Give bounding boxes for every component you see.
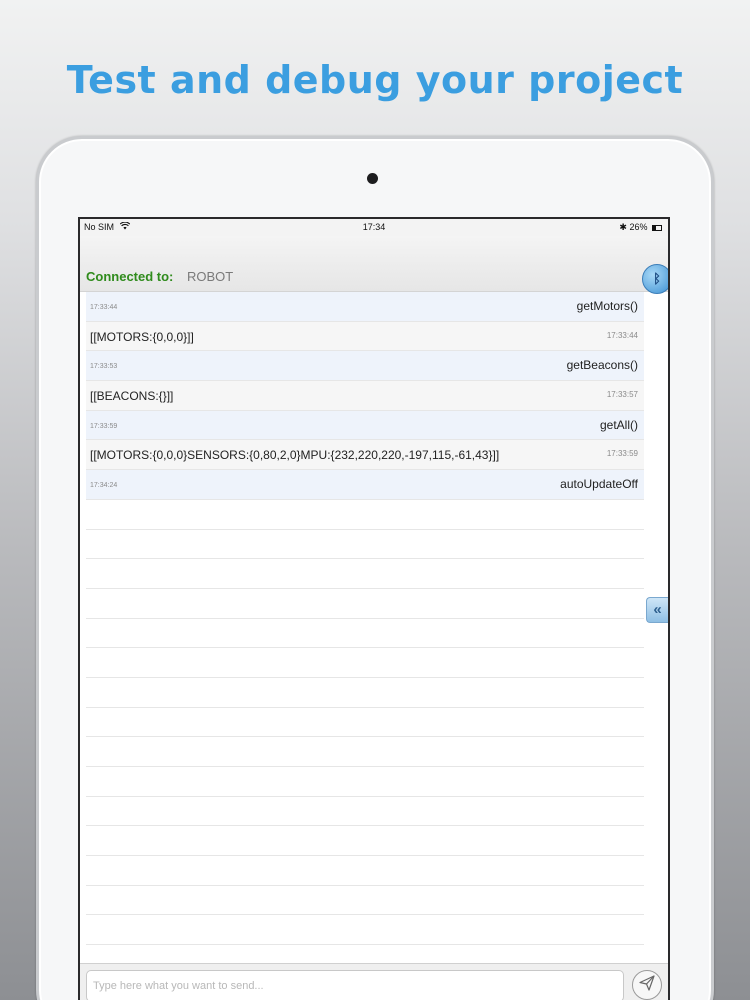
log-row-empty xyxy=(86,499,644,530)
log-row-empty xyxy=(86,767,644,797)
composer-bar xyxy=(80,963,668,1000)
send-input[interactable] xyxy=(86,970,624,1000)
paper-plane-icon xyxy=(638,974,656,997)
log-row-empty xyxy=(86,618,644,649)
received-response: [[BEACONS:{}]] xyxy=(90,389,174,404)
status-bluetooth-icon: ✱ xyxy=(619,222,627,232)
log-timestamp: 17:33:53 xyxy=(90,363,118,371)
log-row-empty xyxy=(86,915,644,946)
log-row-sent: 17:34:24 autoUpdateOff xyxy=(86,470,644,500)
log-timestamp: 17:33:44 xyxy=(90,304,118,311)
log-row-empty xyxy=(86,677,644,708)
log-row-empty xyxy=(86,707,644,738)
received-response: [[MOTORS:{0,0,0}SENSORS:{0,80,2,0}MPU:{2… xyxy=(90,448,500,463)
connected-label: Connected to: xyxy=(86,269,174,284)
log-timestamp: 17:34:24 xyxy=(90,482,118,490)
status-right: ✱ 26% xyxy=(619,222,662,233)
battery-percent: 26% xyxy=(629,222,648,232)
front-camera xyxy=(367,173,378,184)
log-row-sent: 17:33:59 getAll() xyxy=(86,410,644,441)
sent-command: getAll() xyxy=(599,417,638,432)
sent-command: getBeacons() xyxy=(566,358,638,373)
log-row-empty xyxy=(86,856,644,886)
log-row-empty xyxy=(86,529,644,560)
log-timestamp: 17:33:59 xyxy=(606,449,638,459)
log-row-received: [[MOTORS:{0,0,0}]] 17:33:44 xyxy=(86,321,644,352)
send-button[interactable] xyxy=(632,970,662,1000)
log-timestamp: 17:33:57 xyxy=(606,390,638,400)
sent-command: autoUpdateOff xyxy=(560,477,638,492)
log-row-empty xyxy=(86,648,644,678)
log-row-empty xyxy=(86,559,644,589)
bluetooth-icon[interactable]: ᛒ xyxy=(642,264,668,294)
status-bar: No SIM 17:34 ✱ 26% xyxy=(80,219,668,236)
log-row-empty xyxy=(86,885,644,916)
connected-device: ROBOT xyxy=(187,269,234,284)
log-timestamp: 17:33:59 xyxy=(90,422,118,430)
app-screen: No SIM 17:34 ✱ 26% Connected to: ROBOT ᛒ… xyxy=(78,217,670,1000)
received-response: [[MOTORS:{0,0,0}]] xyxy=(90,329,194,344)
log-row-empty xyxy=(86,588,644,619)
sent-command: getMotors() xyxy=(576,299,638,313)
log-row-sent: 17:33:53 getBeacons() xyxy=(86,351,644,382)
log-row-received: [[BEACONS:{}]] 17:33:57 xyxy=(86,381,644,411)
battery-icon xyxy=(652,224,662,231)
log-row-empty xyxy=(86,737,644,767)
status-time: 17:34 xyxy=(362,222,386,232)
log-row-empty xyxy=(86,796,644,827)
headline: Test and debug your project xyxy=(66,58,684,102)
log-row-empty xyxy=(86,826,644,857)
log-row-sent: 17:33:44 getMotors() xyxy=(86,292,644,322)
connection-bar: Connected to: ROBOT ᛒ xyxy=(80,236,668,294)
log-timestamp: 17:33:44 xyxy=(606,330,638,340)
double-chevron-left-icon[interactable]: « xyxy=(646,597,668,623)
message-log: 17:33:44 getMotors() [[MOTORS:{0,0,0}]] … xyxy=(86,292,644,975)
log-row-received: [[MOTORS:{0,0,0}SENSORS:{0,80,2,0}MPU:{2… xyxy=(86,440,644,471)
